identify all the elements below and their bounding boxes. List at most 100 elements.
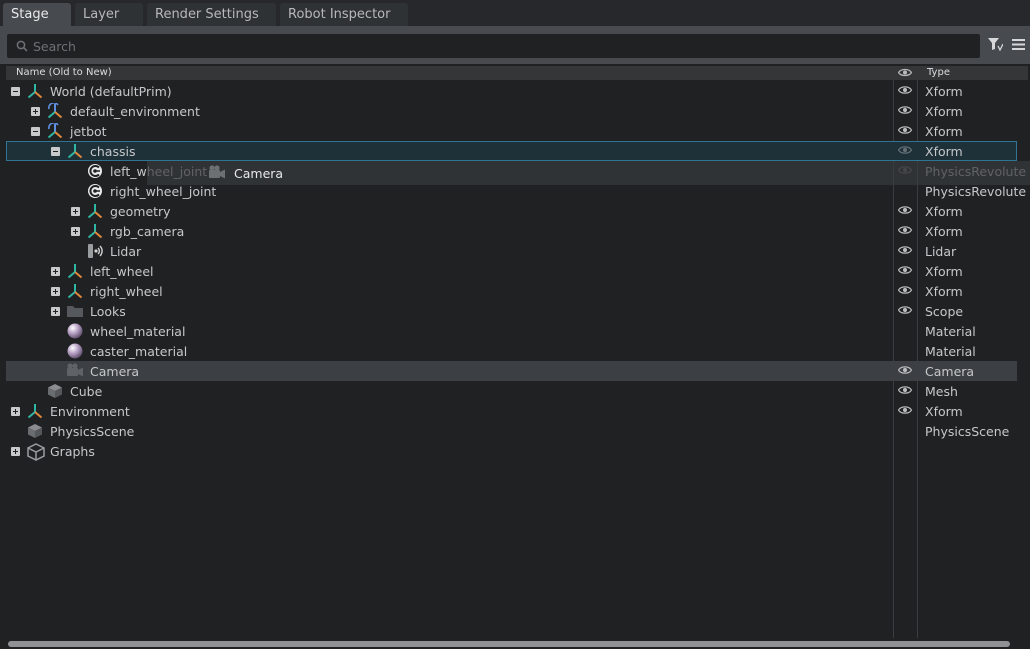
horizontal-scrollbar[interactable] bbox=[8, 641, 1010, 647]
prim-type: Mesh bbox=[925, 384, 958, 399]
tree-row[interactable]: Camera Camera bbox=[6, 361, 1017, 381]
tree-row[interactable]: default_environment Xform bbox=[6, 101, 1017, 121]
column-header-name[interactable]: Name (Old to New) bbox=[16, 67, 112, 78]
drag-ghost-label: Camera bbox=[234, 166, 284, 181]
prim-name: Graphs bbox=[50, 444, 95, 459]
visibility-eye-icon[interactable] bbox=[898, 245, 912, 255]
graph-cube-icon bbox=[27, 443, 45, 461]
camera-icon bbox=[209, 165, 225, 179]
prim-type: Material bbox=[925, 344, 976, 359]
xform-icon bbox=[67, 283, 83, 299]
prim-name: Lidar bbox=[110, 244, 142, 259]
expand-toggle-icon[interactable] bbox=[51, 267, 60, 276]
prim-name: chassis bbox=[90, 144, 136, 159]
expand-toggle-icon[interactable] bbox=[71, 207, 80, 216]
hamburger-menu-icon[interactable] bbox=[1012, 39, 1025, 50]
visibility-eye-icon[interactable] bbox=[898, 85, 912, 95]
tree-row[interactable]: PhysicsScene PhysicsScene bbox=[6, 421, 1017, 441]
tab-label: Stage bbox=[11, 7, 49, 22]
tab-bar: Stage Layer Render Settings Robot Inspec… bbox=[0, 0, 1030, 26]
mesh-cube-icon bbox=[47, 383, 63, 399]
tab-layer[interactable]: Layer bbox=[75, 3, 143, 26]
tree-row[interactable]: rgb_camera Xform bbox=[6, 221, 1017, 241]
revolute-joint-icon bbox=[87, 163, 103, 179]
prim-name: wheel_material bbox=[90, 324, 186, 339]
expand-toggle-icon[interactable] bbox=[31, 107, 40, 116]
collapse-toggle-icon[interactable] bbox=[31, 127, 40, 136]
visibility-eye-icon[interactable] bbox=[898, 305, 912, 315]
prim-type: Xform bbox=[925, 264, 963, 279]
visibility-eye-icon[interactable] bbox=[898, 225, 912, 235]
visibility-eye-icon[interactable] bbox=[898, 125, 912, 135]
xform-icon bbox=[27, 403, 43, 419]
expand-toggle-icon[interactable] bbox=[11, 407, 20, 416]
visibility-eye-icon[interactable] bbox=[898, 145, 912, 155]
tab-label: Robot Inspector bbox=[288, 7, 391, 22]
visibility-eye-icon[interactable] bbox=[898, 405, 912, 415]
collapse-toggle-icon[interactable] bbox=[51, 147, 60, 156]
tree-row[interactable]: right_wheel Xform bbox=[6, 281, 1017, 301]
camera-icon bbox=[67, 363, 83, 379]
tree-row[interactable]: Looks Scope bbox=[6, 301, 1017, 321]
xform-ref-icon bbox=[47, 102, 63, 119]
folder-icon bbox=[67, 303, 83, 319]
expand-toggle-icon[interactable] bbox=[51, 287, 60, 296]
tree-row[interactable]: Cube Mesh bbox=[6, 381, 1017, 401]
search-box bbox=[7, 34, 980, 58]
prim-name: right_wheel_joint bbox=[110, 184, 217, 199]
tree-row[interactable]: left_wheel Xform bbox=[6, 261, 1017, 281]
prim-type: Material bbox=[925, 324, 976, 339]
tree-row[interactable]: jetbot Xform bbox=[6, 121, 1017, 141]
expand-toggle-icon[interactable] bbox=[11, 447, 20, 456]
tree-row[interactable]: Graphs bbox=[6, 441, 1017, 461]
prim-type: Xform bbox=[925, 284, 963, 299]
prim-name: Cube bbox=[70, 384, 103, 399]
prim-type: PhysicsRevolute bbox=[925, 184, 1027, 199]
search-input[interactable] bbox=[33, 34, 963, 58]
visibility-eye-icon[interactable] bbox=[898, 385, 912, 395]
prim-type: Xform bbox=[925, 224, 963, 239]
prim-type: Xform bbox=[925, 204, 963, 219]
prim-name: World (defaultPrim) bbox=[50, 84, 172, 99]
xform-icon bbox=[87, 203, 103, 219]
prim-name: rgb_camera bbox=[110, 224, 185, 239]
tree-row[interactable]: Environment Xform bbox=[6, 401, 1017, 421]
expand-toggle-icon[interactable] bbox=[51, 307, 60, 316]
visibility-eye-icon[interactable] bbox=[898, 68, 912, 77]
visibility-eye-icon[interactable] bbox=[898, 265, 912, 275]
tab-stage[interactable]: Stage bbox=[3, 3, 71, 26]
prim-name: default_environment bbox=[70, 104, 200, 119]
filter-icon[interactable] bbox=[988, 38, 1003, 51]
visibility-eye-icon[interactable] bbox=[898, 285, 912, 295]
prim-name: geometry bbox=[110, 204, 171, 219]
xform-icon bbox=[67, 263, 83, 279]
tab-label: Render Settings bbox=[155, 7, 259, 22]
prim-name: Looks bbox=[90, 304, 126, 319]
visibility-eye-icon[interactable] bbox=[898, 105, 912, 115]
prim-name: left_wheel bbox=[90, 264, 154, 279]
tree-row[interactable]: chassis Xform bbox=[6, 141, 1017, 161]
prim-type: PhysicsScene bbox=[925, 424, 1010, 439]
tree-row[interactable]: wheel_material Material bbox=[6, 321, 1017, 341]
prim-type: Xform bbox=[925, 84, 963, 99]
xform-ref-icon bbox=[47, 122, 63, 139]
xform-icon bbox=[87, 223, 103, 239]
tree-row[interactable]: Lidar Lidar bbox=[6, 241, 1017, 261]
prim-type: Xform bbox=[925, 404, 963, 419]
column-header-type[interactable]: Type bbox=[927, 67, 950, 78]
tree-row[interactable]: caster_material Material bbox=[6, 341, 1017, 361]
tab-label: Layer bbox=[83, 7, 120, 22]
tree-row[interactable]: World (defaultPrim) Xform bbox=[6, 81, 1017, 101]
expand-toggle-icon[interactable] bbox=[71, 227, 80, 236]
prim-type: Xform bbox=[925, 124, 963, 139]
visibility-eye-icon[interactable] bbox=[898, 205, 912, 215]
visibility-eye-icon[interactable] bbox=[898, 365, 912, 375]
tab-render-settings[interactable]: Render Settings bbox=[147, 3, 276, 26]
physics-scene-icon bbox=[27, 423, 43, 439]
collapse-toggle-icon[interactable] bbox=[11, 87, 20, 96]
tab-robot-inspector[interactable]: Robot Inspector bbox=[280, 3, 408, 26]
prim-name: Camera bbox=[90, 364, 140, 379]
tree-row[interactable]: geometry Xform bbox=[6, 201, 1017, 221]
lidar-icon bbox=[87, 243, 103, 259]
search-icon bbox=[16, 40, 28, 52]
